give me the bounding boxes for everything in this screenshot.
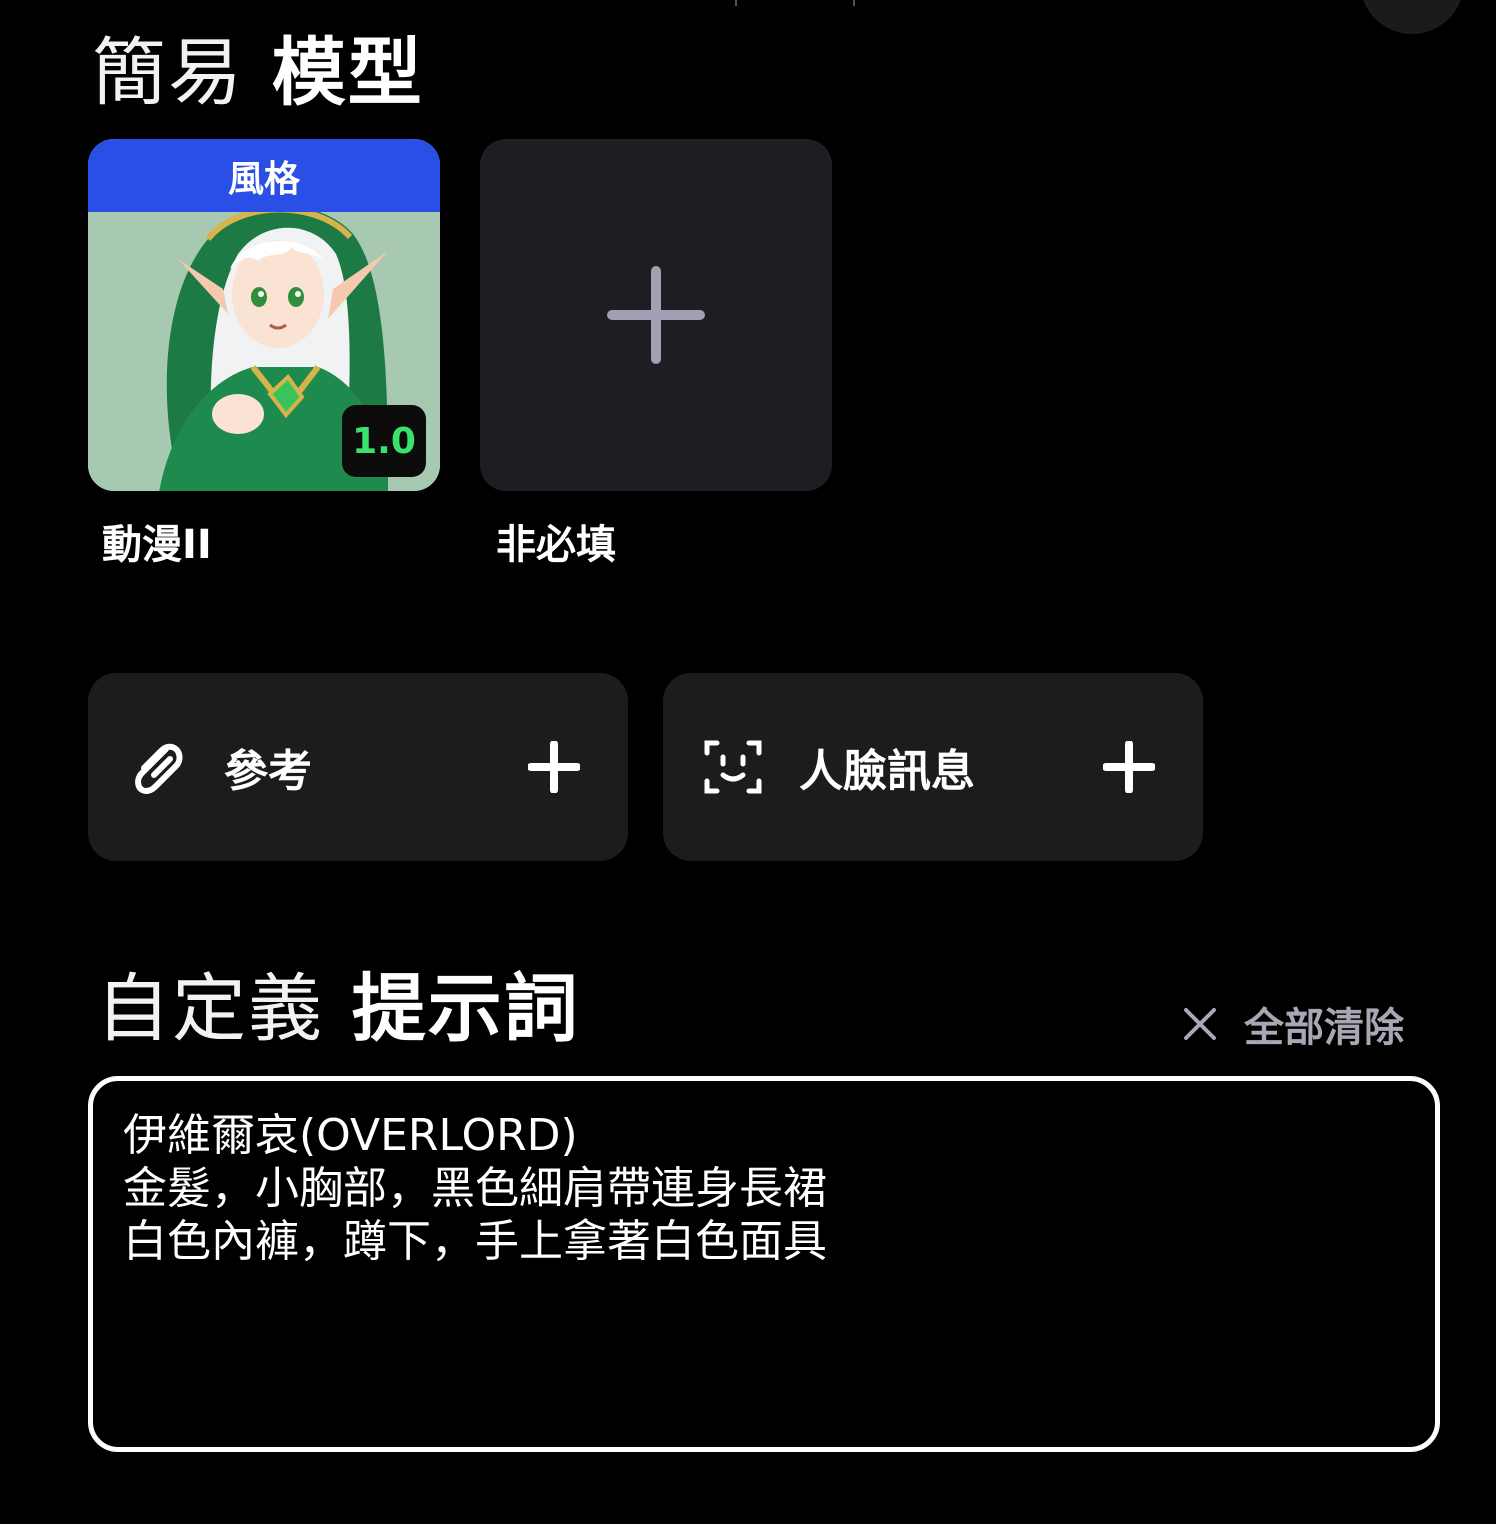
top-divider-tick: [853, 0, 855, 6]
face-info-option[interactable]: 人臉訊息: [663, 673, 1203, 861]
style-model-label: 動漫II: [102, 522, 212, 568]
prompt-line: 伊維爾哀(OVERLORD): [123, 1110, 578, 1161]
reference-label: 參考: [224, 746, 312, 797]
style-banner: 風格: [88, 139, 440, 212]
add-face-plus-icon[interactable]: [1103, 741, 1155, 793]
close-icon: [1184, 1008, 1216, 1040]
weight-badge: 1.0: [342, 405, 426, 477]
face-scan-icon: [704, 740, 762, 794]
prompt-line: 白色內褲，蹲下，手上拿著白色面具: [123, 1216, 827, 1267]
prompt-section-title: 自定義 提示詞: [96, 972, 580, 1046]
face-info-label: 人臉訊息: [799, 746, 975, 797]
model-title-light: 簡易: [92, 30, 244, 116]
add-model-label: 非必填: [496, 522, 616, 568]
add-model-button[interactable]: [480, 139, 832, 491]
style-model-card[interactable]: 風格 1.0: [88, 139, 440, 491]
clear-all-label: 全部清除: [1244, 1005, 1404, 1051]
model-section-title: 簡易 模型: [92, 36, 424, 110]
prompt-title-bold: 提示詞: [351, 966, 580, 1052]
plus-icon: [607, 266, 705, 364]
clear-all-button[interactable]: 全部清除: [1180, 996, 1404, 1052]
model-title-bold: 模型: [271, 30, 424, 116]
prompt-title-light: 自定義: [96, 966, 324, 1052]
reference-option[interactable]: 參考: [88, 673, 628, 861]
top-round-button[interactable]: [1360, 0, 1464, 34]
paperclip-icon: [135, 743, 183, 794]
top-divider-tick: [735, 0, 737, 6]
prompt-input[interactable]: 伊維爾哀(OVERLORD) 金髮，小胸部，黑色細肩帶連身長裙 白色內褲，蹲下，…: [88, 1076, 1440, 1452]
prompt-line: 金髮，小胸部，黑色細肩帶連身長裙: [123, 1163, 827, 1214]
add-reference-plus-icon[interactable]: [528, 741, 580, 793]
